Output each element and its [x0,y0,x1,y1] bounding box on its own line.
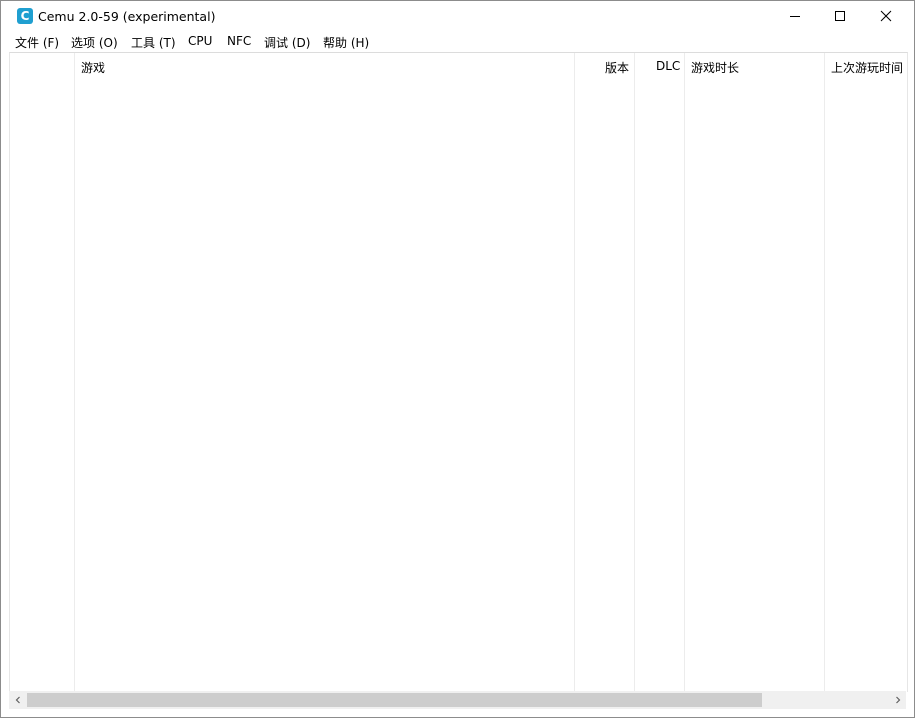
column-divider [574,53,575,692]
menu-help[interactable]: 帮助 (H) [323,34,369,51]
title-bar[interactable]: C Cemu 2.0-59 (experimental) [1,1,914,31]
maximize-icon [835,11,845,21]
column-divider [74,53,75,692]
minimize-icon [790,16,800,17]
menu-nfc[interactable]: NFC [227,34,251,48]
column-header-game[interactable]: 游戏 [81,59,105,76]
menu-tools[interactable]: 工具 (T) [131,34,176,51]
close-button[interactable] [863,1,909,31]
menu-file[interactable]: 文件 (F) [15,34,59,51]
window-title: Cemu 2.0-59 (experimental) [38,9,216,24]
menu-bar: 文件 (F) 选项 (O) 工具 (T) CPU NFC 调试 (D) 帮助 (… [1,31,914,52]
column-divider [824,53,825,692]
column-divider [634,53,635,692]
column-header-dlc[interactable]: DLC [656,59,680,73]
game-list[interactable]: 游戏 版本 DLC 游戏时长 上次游玩时间 [9,52,908,692]
column-header-last-played[interactable]: 上次游玩时间 [831,59,903,76]
scroll-left-button[interactable] [9,691,26,709]
column-header-playtime[interactable]: 游戏时长 [691,59,739,76]
cemu-app-icon[interactable]: C [17,8,33,24]
column-header-version[interactable]: 版本 [605,59,629,76]
close-icon [880,10,892,22]
scroll-thumb[interactable] [27,693,762,707]
menu-debug[interactable]: 调试 (D) [264,34,310,51]
minimize-button[interactable] [772,1,818,31]
menu-cpu[interactable]: CPU [188,34,212,48]
maximize-button[interactable] [817,1,863,31]
menu-options[interactable]: 选项 (O) [71,34,118,51]
horizontal-scrollbar[interactable] [9,691,906,709]
scroll-right-button[interactable] [889,691,906,709]
chevron-right-icon [896,696,901,704]
main-window: C Cemu 2.0-59 (experimental) 文件 (F) 选项 (… [0,0,915,718]
column-divider [684,53,685,692]
chevron-left-icon [15,696,20,704]
